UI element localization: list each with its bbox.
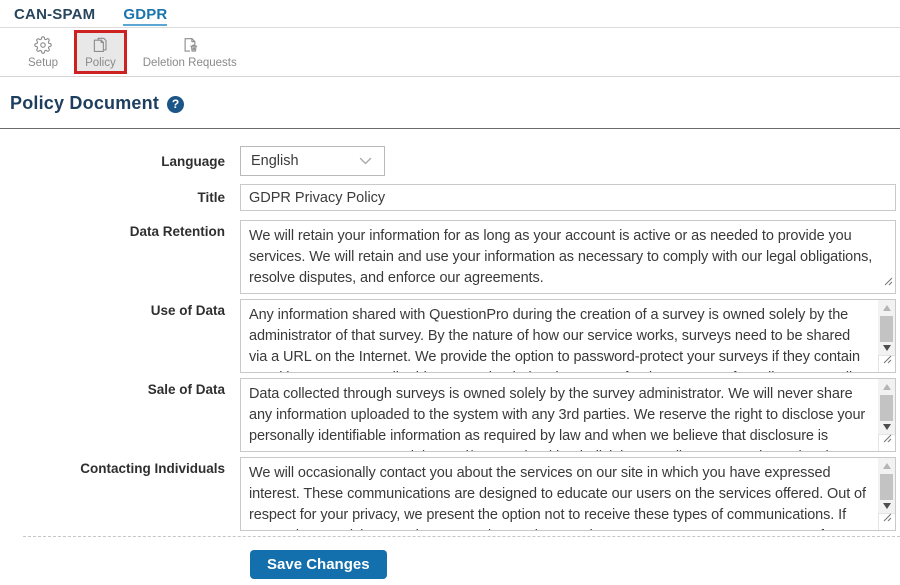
title-row: Title — [0, 184, 896, 211]
page-header: Policy Document ? — [0, 77, 900, 129]
language-selected-value: English — [251, 153, 299, 169]
scrollbar-thumb[interactable] — [880, 474, 893, 500]
scrollbar-thumb[interactable] — [880, 316, 893, 342]
gdpr-settings-page: CAN-SPAM GDPR Setup Policy Deletion Requ… — [0, 0, 900, 585]
contacting-individuals-label: Contacting Individuals — [80, 461, 225, 476]
tab-can-spam[interactable]: CAN-SPAM — [14, 6, 95, 23]
scroll-up-icon[interactable] — [882, 463, 891, 469]
save-changes-button[interactable]: Save Changes — [250, 550, 387, 579]
toolbar-item-label: Deletion Requests — [142, 57, 237, 69]
use-of-data-textarea[interactable]: Any information shared with QuestionPro … — [240, 299, 896, 373]
contacting-individuals-row: Contacting Individuals We will occasiona… — [0, 457, 896, 531]
toolbar-item-setup[interactable]: Setup — [20, 33, 66, 71]
toolbar-item-deletion-requests[interactable]: Deletion Requests — [135, 33, 245, 71]
toolbar: Setup Policy Deletion Requests — [0, 28, 900, 77]
chevron-down-icon — [359, 157, 372, 166]
sale-of-data-label: Sale of Data — [147, 382, 225, 397]
toolbar-item-policy[interactable]: Policy — [77, 33, 124, 71]
language-label: Language — [161, 153, 225, 169]
language-select[interactable]: English — [240, 146, 385, 176]
title-input[interactable] — [240, 184, 896, 211]
textarea-corner — [878, 355, 895, 372]
textarea-corner — [878, 434, 895, 451]
language-row: Language English — [0, 146, 896, 176]
scroll-up-icon[interactable] — [882, 305, 891, 311]
tab-bar: CAN-SPAM GDPR — [0, 0, 900, 28]
scrollbar[interactable] — [878, 379, 895, 434]
sale-of-data-textarea[interactable]: Data collected through surveys is owned … — [240, 378, 896, 452]
data-retention-label: Data Retention — [129, 224, 225, 239]
sale-of-data-row: Sale of Data Data collected through surv… — [0, 378, 896, 452]
scrollbar[interactable] — [878, 458, 895, 513]
resize-handle-icon[interactable] — [884, 273, 893, 291]
help-icon[interactable]: ? — [167, 95, 185, 113]
page-title: Policy Document — [10, 93, 160, 113]
resize-handle-icon[interactable] — [883, 351, 892, 369]
data-retention-row: Data Retention We will retain your infor… — [0, 220, 896, 294]
gear-icon — [34, 35, 52, 55]
section-divider — [23, 536, 900, 537]
data-retention-textarea[interactable]: We will retain your information for as l… — [240, 220, 896, 294]
resize-handle-icon[interactable] — [883, 430, 892, 448]
contacting-individuals-textarea[interactable]: We will occasionally contact you about t… — [240, 457, 896, 531]
document-trash-icon — [181, 35, 199, 55]
use-of-data-row: Use of Data Any information shared with … — [0, 299, 896, 373]
tab-gdpr[interactable]: GDPR — [123, 6, 168, 26]
scrollbar[interactable] — [878, 300, 895, 355]
policy-pages-icon — [91, 35, 109, 55]
scroll-up-icon[interactable] — [882, 384, 891, 390]
toolbar-item-label: Policy — [85, 57, 116, 69]
use-of-data-label: Use of Data — [150, 303, 225, 318]
textarea-corner — [878, 513, 895, 530]
policy-form: Language English Title Data Retention We… — [0, 129, 900, 579]
actions-row: Save Changes — [250, 550, 900, 579]
scrollbar-thumb[interactable] — [880, 395, 893, 421]
resize-handle-icon[interactable] — [883, 509, 892, 527]
title-label: Title — [197, 190, 225, 205]
toolbar-item-label: Setup — [28, 57, 59, 69]
